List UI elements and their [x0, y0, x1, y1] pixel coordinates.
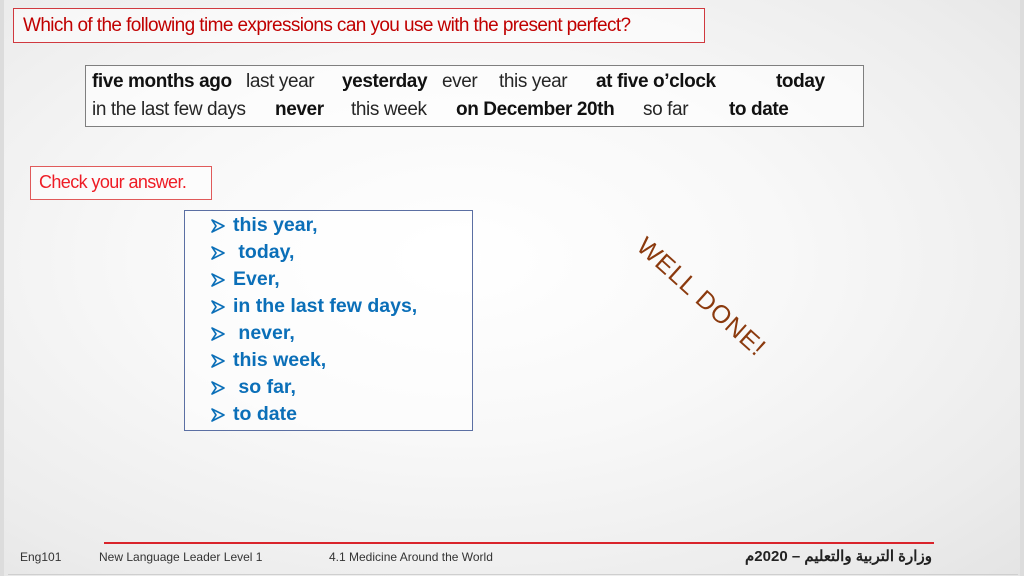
footer-bottom-border [8, 574, 1018, 575]
option-never: never [275, 99, 324, 120]
arrow-bullet-icon [211, 326, 225, 341]
check-answer-text: Check your answer. [39, 172, 187, 192]
question-title-text: Which of the following time expressions … [23, 15, 631, 36]
answer-text: so far, [233, 376, 296, 398]
footer-course: Eng101 [20, 550, 62, 564]
answer-text: to date [233, 403, 297, 425]
option-five-months-ago: five months ago [92, 71, 232, 92]
footer-ministry: وزارة التربية والتعليم – 2020م [745, 548, 932, 565]
answer-text: Ever, [233, 268, 280, 290]
slide-left-edge [0, 0, 4, 576]
answer-item: to date [211, 401, 297, 428]
answer-text: today, [233, 241, 295, 263]
arrow-bullet-icon [211, 272, 225, 287]
footer-divider [104, 542, 934, 544]
option-in-the-last-few-days: in the last few days [92, 99, 246, 120]
option-so-far: so far [643, 99, 689, 120]
answer-list: this year, today, Ever, in the last few … [184, 210, 473, 431]
answer-item: Ever, [211, 266, 280, 293]
answer-item: so far, [211, 374, 296, 401]
time-expressions-box: five months ago last year yesterday ever… [85, 65, 864, 127]
answer-item: in the last few days, [211, 293, 417, 320]
footer-book: New Language Leader Level 1 [99, 550, 263, 564]
option-today: today [776, 71, 825, 92]
arrow-bullet-icon [211, 245, 225, 260]
arrow-bullet-icon [211, 380, 225, 395]
option-this-year: this year [499, 71, 568, 92]
answer-text: never, [233, 322, 295, 344]
check-answer-label: Check your answer. [30, 166, 212, 200]
slide-right-edge [1020, 0, 1024, 576]
arrow-bullet-icon [211, 299, 225, 314]
answer-item: this week, [211, 347, 326, 374]
option-to-date: to date [729, 99, 789, 120]
question-title: Which of the following time expressions … [13, 8, 705, 43]
option-this-week: this week [351, 99, 427, 120]
option-last-year: last year [246, 71, 315, 92]
answer-item: this year, [211, 212, 318, 239]
well-done-feedback: WELL DONE! [631, 232, 772, 363]
arrow-bullet-icon [211, 407, 225, 422]
footer-unit: 4.1 Medicine Around the World [329, 550, 493, 564]
arrow-bullet-icon [211, 353, 225, 368]
answer-item: today, [211, 239, 294, 266]
option-ever: ever [442, 71, 478, 92]
answer-text: in the last few days, [233, 295, 418, 317]
answer-text: this year, [233, 214, 318, 236]
option-yesterday: yesterday [342, 71, 428, 92]
answer-item: never, [211, 320, 295, 347]
arrow-bullet-icon [211, 218, 225, 233]
answer-text: this week, [233, 349, 327, 371]
option-on-december-20th: on December 20th [456, 99, 615, 120]
option-at-five-oclock: at five o’clock [596, 71, 716, 92]
